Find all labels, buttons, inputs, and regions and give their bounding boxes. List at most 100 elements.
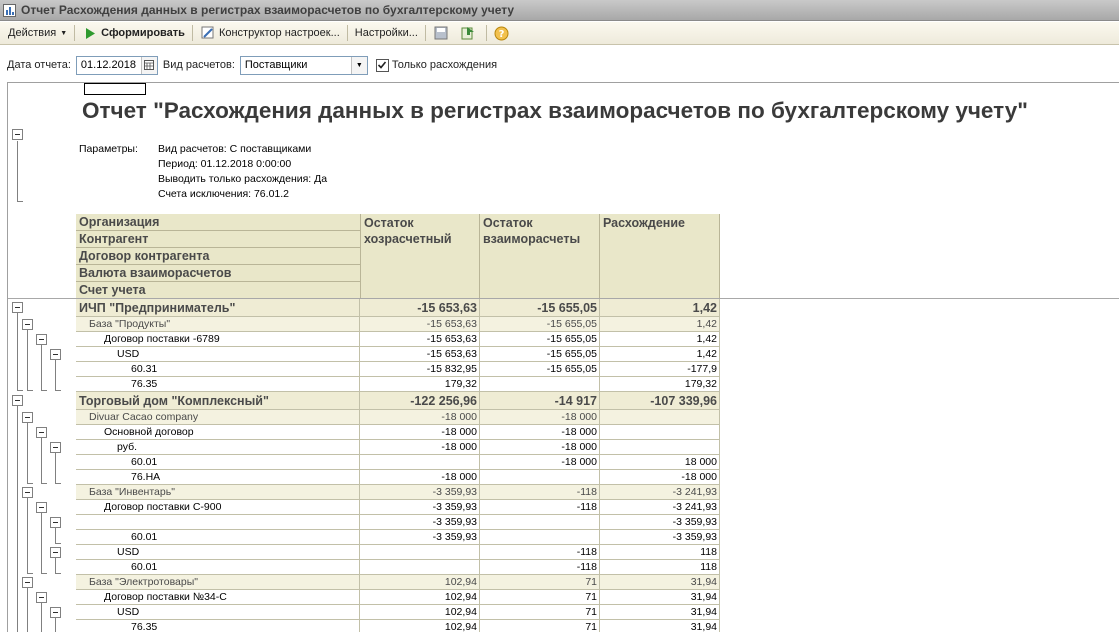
collapse-group-icon[interactable] <box>22 319 33 330</box>
tree-line <box>55 453 56 483</box>
row-difference: 1,42 <box>600 347 720 361</box>
export-icon <box>460 25 476 41</box>
row-accounting-balance: -3 359,93 <box>360 530 480 544</box>
row-label: USD <box>76 347 360 361</box>
row-settlements-balance: -15 655,05 <box>480 332 600 346</box>
table-row[interactable]: 60.31 -15 832,95 -15 655,05 -177,9 <box>76 362 720 377</box>
generate-button[interactable]: Сформировать <box>78 24 189 43</box>
row-label: 76.НА <box>76 470 360 484</box>
collapse-group-icon[interactable] <box>36 592 47 603</box>
row-settlements-balance: -118 <box>480 545 600 559</box>
org-row[interactable]: Торговый дом "Комплексный" -122 256,96 -14… <box>76 392 720 410</box>
tree-line <box>27 573 33 574</box>
collapse-group-icon[interactable] <box>36 502 47 513</box>
tree-line <box>55 558 56 573</box>
row-label: 60.01 <box>76 455 360 469</box>
svg-text:?: ? <box>499 29 505 40</box>
tree-line <box>55 390 61 391</box>
counterparty-row[interactable]: База "Продукты" -15 653,63 -15 655,05 1,42 <box>76 317 720 332</box>
collapse-group-icon[interactable] <box>12 395 23 406</box>
row-difference: 118 <box>600 560 720 574</box>
tree-line <box>55 618 56 632</box>
collapse-group-icon[interactable] <box>50 607 61 618</box>
table-row[interactable]: Договор поставки -6789 -15 653,63 -15 655,… <box>76 332 720 347</box>
row-difference: 1,42 <box>600 332 720 346</box>
export-button[interactable] <box>456 24 483 43</box>
row-accounting-balance: -18 000 <box>360 410 480 424</box>
row-settlements-balance <box>480 470 600 484</box>
toolbar: Действия ▼ Сформировать Конструктор наст… <box>0 22 1119 45</box>
row-settlements-balance: -15 655,05 <box>480 347 600 361</box>
header-counterparty: Контрагент <box>76 231 361 248</box>
settings-button[interactable]: Настройки... <box>351 24 422 43</box>
collapse-group-icon[interactable] <box>22 412 33 423</box>
table-row[interactable]: USD 102,94 71 31,94 <box>76 605 720 620</box>
row-settlements-balance: -15 655,05 <box>480 362 600 376</box>
report-spreadsheet[interactable]: Отчет "Расхождения данных в регистрах вз… <box>7 82 1119 632</box>
collapse-group-icon[interactable] <box>50 547 61 558</box>
row-difference: -18 000 <box>600 470 720 484</box>
settings-constructor-label: Конструктор настроек... <box>218 27 340 39</box>
only-diff-checkbox[interactable] <box>375 58 389 72</box>
counterparty-row[interactable]: База "Инвентарь" -3 359,93 -118 -3 241,93 <box>76 485 720 500</box>
collapse-group-icon[interactable] <box>50 349 61 360</box>
calendar-icon[interactable] <box>140 56 157 74</box>
table-row[interactable]: USD -15 653,63 -15 655,05 1,42 <box>76 347 720 362</box>
org-row[interactable]: ИЧП "Предприниматель" -15 653,63 -15 655,0… <box>76 299 720 317</box>
row-label: USD <box>76 545 360 559</box>
tree-line <box>41 603 42 632</box>
table-row[interactable]: USD -118 118 <box>76 545 720 560</box>
table-row[interactable]: руб. -18 000 -18 000 <box>76 440 720 455</box>
tree-line <box>55 360 56 390</box>
table-row[interactable]: 76.35 102,94 71 31,94 <box>76 620 720 632</box>
collapse-group-icon[interactable] <box>50 517 61 528</box>
table-row[interactable]: -3 359,93 -3 359,93 <box>76 515 720 530</box>
date-field[interactable]: 01.12.2018 <box>75 55 158 75</box>
table-row[interactable]: Основной договор -18 000 -18 000 <box>76 425 720 440</box>
row-settlements-balance: -18 000 <box>480 440 600 454</box>
toolbar-separator <box>424 25 426 41</box>
toolbar-separator <box>191 25 193 41</box>
toolbar-separator <box>74 25 76 41</box>
table-row[interactable]: Договор поставки С-900 -3 359,93 -118 -3 24… <box>76 500 720 515</box>
header-currency: Валюта взаиморасчетов <box>76 265 361 282</box>
row-difference: -177,9 <box>600 362 720 376</box>
row-accounting-balance: -18 000 <box>360 440 480 454</box>
table-row[interactable]: 60.01 -3 359,93 -3 359,93 <box>76 530 720 545</box>
collapse-header-icon[interactable] <box>12 129 23 140</box>
save-button[interactable] <box>429 24 456 43</box>
row-difference <box>600 425 720 439</box>
collapse-group-icon[interactable] <box>50 442 61 453</box>
calc-type-select[interactable]: Поставщики ▼ <box>239 55 368 75</box>
row-label: 76.35 <box>76 377 360 391</box>
chevron-down-icon[interactable]: ▼ <box>350 56 367 74</box>
row-label: ИЧП "Предприниматель" <box>76 299 360 316</box>
table-row[interactable]: 60.01 -18 000 18 000 <box>76 455 720 470</box>
row-accounting-balance: -3 359,93 <box>360 515 480 529</box>
tree-line <box>27 390 33 391</box>
collapse-group-icon[interactable] <box>36 427 47 438</box>
only-diff-label: Только расхождения <box>391 59 498 71</box>
help-icon: ? <box>494 25 510 41</box>
counterparty-row[interactable]: База "Электротовары" 102,94 71 31,94 <box>76 575 720 590</box>
row-difference: -3 359,93 <box>600 530 720 544</box>
row-label: 60.31 <box>76 362 360 376</box>
table-row[interactable]: 76.35 179,32 179,32 <box>76 377 720 392</box>
table-row[interactable]: 76.НА -18 000 -18 000 <box>76 470 720 485</box>
tree-line <box>55 573 61 574</box>
help-button[interactable]: ? <box>490 24 517 43</box>
settings-constructor-button[interactable]: Конструктор настроек... <box>196 24 344 43</box>
row-accounting-balance: -15 653,63 <box>360 299 480 316</box>
collapse-group-icon[interactable] <box>22 487 33 498</box>
collapse-group-icon[interactable] <box>12 302 23 313</box>
collapse-group-icon[interactable] <box>36 334 47 345</box>
chevron-down-icon: ▼ <box>60 29 68 37</box>
table-row[interactable]: 60.01 -118 118 <box>76 560 720 575</box>
counterparty-row[interactable]: Divuar Cacao company -18 000 -18 000 <box>76 410 720 425</box>
collapse-group-icon[interactable] <box>22 577 33 588</box>
row-label: Договор поставки С-900 <box>76 500 360 514</box>
table-row[interactable]: Договор поставки №34-С 102,94 71 31,94 <box>76 590 720 605</box>
actions-menu[interactable]: Действия ▼ <box>4 24 71 43</box>
row-accounting-balance: -18 000 <box>360 425 480 439</box>
tree-line <box>41 345 42 390</box>
